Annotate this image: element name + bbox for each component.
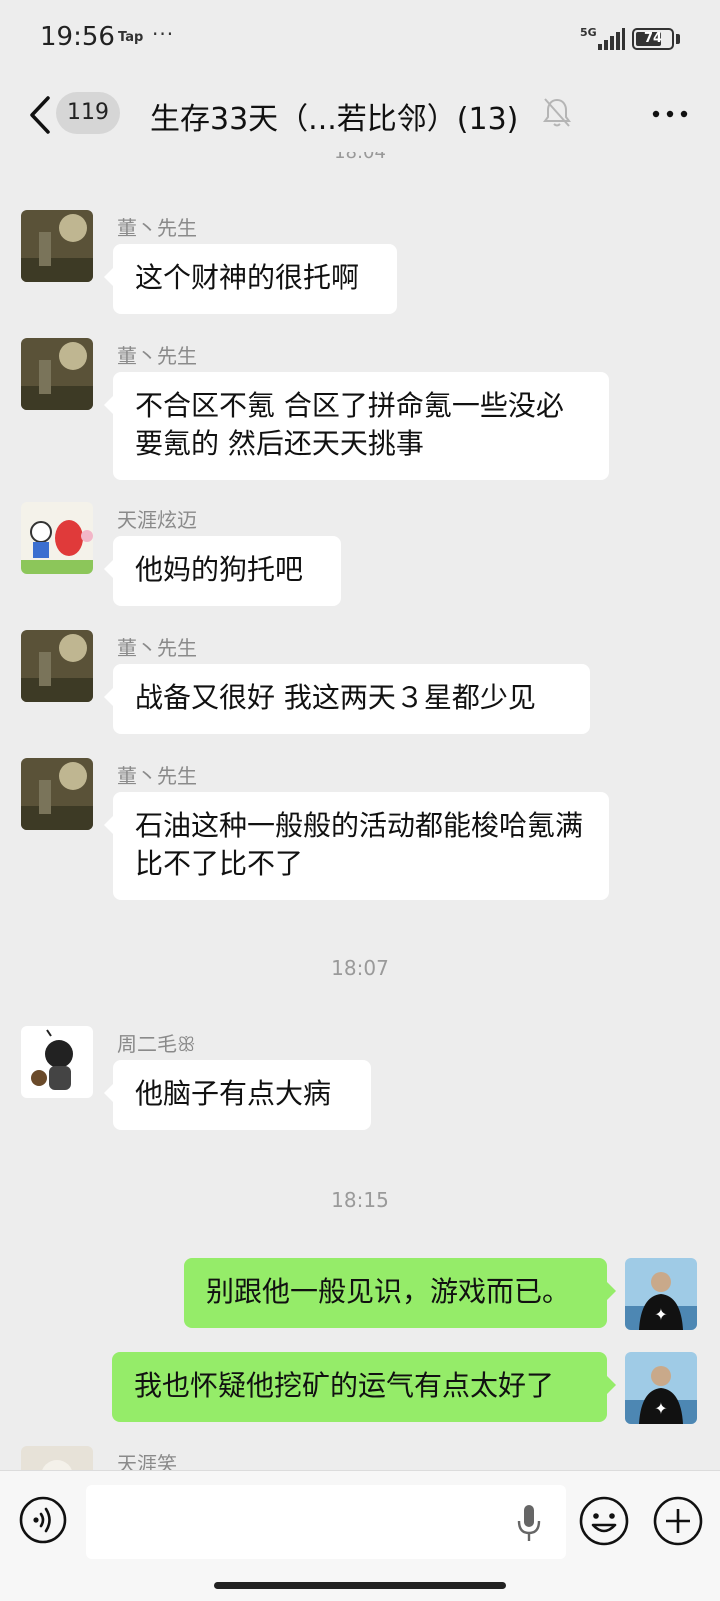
battery-icon: 74 bbox=[632, 28, 674, 50]
emoji-icon[interactable] bbox=[578, 1495, 630, 1547]
chat-title: 生存33天（...若比邻）(13) bbox=[150, 102, 519, 137]
battery-percent: 74 bbox=[643, 31, 663, 46]
avatar-self[interactable]: ✦ bbox=[625, 1258, 697, 1330]
plus-icon[interactable] bbox=[652, 1495, 704, 1547]
status-time: 19:56 bbox=[40, 22, 115, 52]
avatar[interactable] bbox=[21, 338, 93, 410]
avatar[interactable] bbox=[21, 758, 93, 830]
sender-name: 董丶先生 bbox=[117, 636, 197, 660]
avatar[interactable] bbox=[21, 210, 93, 282]
svg-text:✦: ✦ bbox=[654, 1399, 667, 1418]
message-timestamp: 18:15 bbox=[331, 1188, 389, 1212]
sender-name: 周二毛ꕥ bbox=[117, 1032, 196, 1056]
home-indicator[interactable] bbox=[214, 1582, 506, 1589]
message-bubble[interactable]: 这个财神的很托啊 bbox=[104, 244, 397, 314]
avatar-self[interactable]: ✦ bbox=[625, 1352, 697, 1424]
voice-input-icon[interactable] bbox=[18, 1495, 68, 1545]
chat-message-list[interactable]: 18:04 董丶先生 这个财神的很托啊 董丶先生 不合区不氪 合区了拼命氪一些没… bbox=[0, 152, 720, 1470]
status-more-dots: ··· bbox=[152, 22, 175, 46]
avatar[interactable] bbox=[21, 630, 93, 702]
sender-name: 董丶先生 bbox=[117, 344, 197, 368]
more-dots-icon[interactable] bbox=[650, 94, 690, 134]
message-timestamp: 18:04 bbox=[334, 152, 386, 163]
avatar[interactable] bbox=[21, 1026, 93, 1098]
message-timestamp: 18:07 bbox=[331, 956, 389, 980]
unread-count-badge[interactable]: 119 bbox=[56, 92, 120, 134]
message-bubble[interactable]: 石油这种一般般的活动都能梭哈氪满 比不了比不了 bbox=[104, 792, 609, 900]
sender-name: 董丶先生 bbox=[117, 216, 197, 240]
input-bar bbox=[0, 1470, 720, 1601]
microphone-icon[interactable] bbox=[515, 1503, 543, 1543]
sender-name: 天涯炫迈 bbox=[117, 508, 197, 532]
mute-bell-icon bbox=[543, 98, 571, 127]
avatar[interactable] bbox=[21, 502, 93, 574]
message-input[interactable] bbox=[86, 1485, 566, 1559]
avatar[interactable] bbox=[21, 1446, 93, 1470]
sender-name: 董丶先生 bbox=[117, 764, 197, 788]
message-bubble[interactable]: 不合区不氪 合区了拼命氪一些没必要氪的 然后还天天挑事 bbox=[104, 372, 609, 480]
signal-strength-icon bbox=[598, 28, 625, 50]
chat-header: 119 生存33天（...若比邻）(13) bbox=[0, 80, 720, 152]
battery-tip bbox=[676, 34, 680, 44]
svg-text:✦: ✦ bbox=[654, 1305, 667, 1324]
message-bubble-self[interactable]: 我也怀疑他挖矿的运气有点太好了 bbox=[112, 1352, 616, 1422]
message-bubble-self[interactable]: 别跟他一般见识，游戏而已。 bbox=[184, 1258, 616, 1328]
message-bubble[interactable]: 他妈的狗托吧 bbox=[104, 536, 341, 606]
message-bubble[interactable]: 战备又很好 我这两天３星都少见 bbox=[104, 664, 590, 734]
sender-name: 天涯笑 bbox=[117, 1452, 177, 1470]
network-type-label: 5G bbox=[580, 26, 597, 39]
status-bar: 19:56 Tap ··· 5G 74 bbox=[0, 0, 720, 80]
message-bubble[interactable]: 他脑子有点大病 bbox=[104, 1060, 371, 1130]
status-app-indicator: Tap bbox=[118, 30, 144, 45]
